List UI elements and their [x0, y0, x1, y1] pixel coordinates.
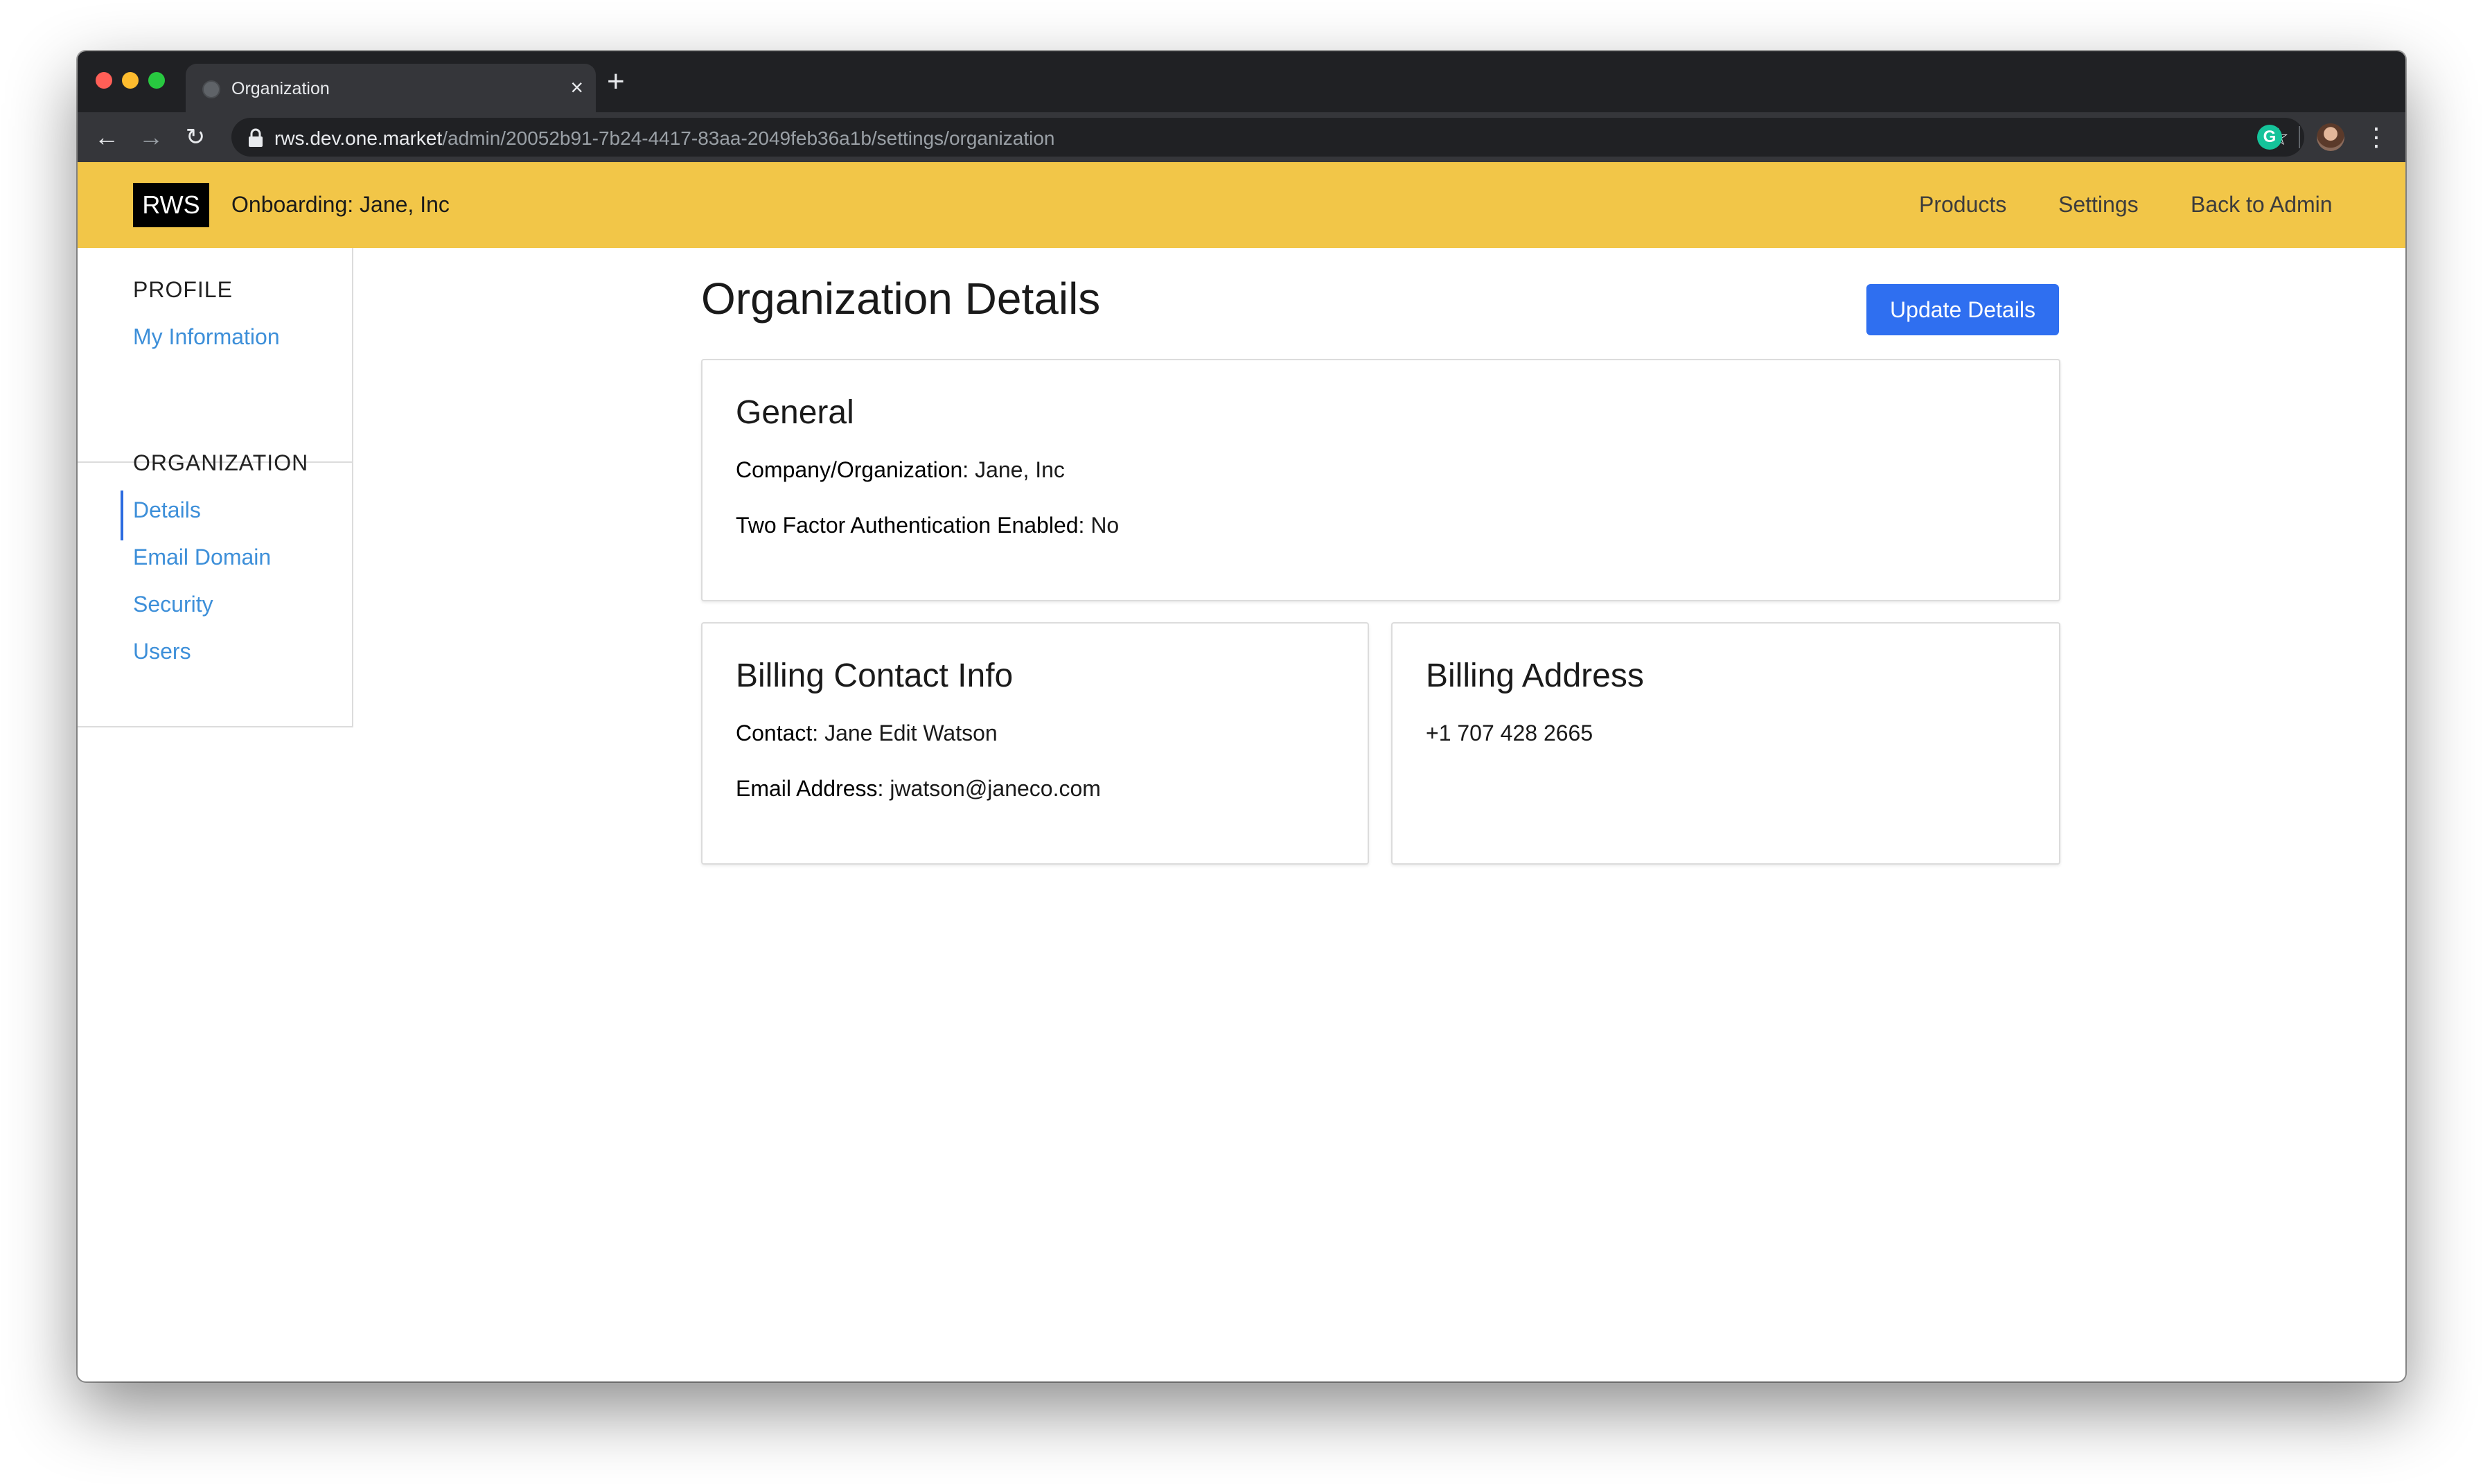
close-window-button[interactable]: [96, 72, 112, 89]
tab-title: Organization: [231, 79, 330, 98]
contact-value: Jane Edit Watson: [818, 721, 998, 745]
update-details-button[interactable]: Update Details: [1866, 284, 2059, 335]
address-bar[interactable]: rws.dev.one.market/admin/20052b91-7b24-4…: [231, 118, 2304, 157]
globe-icon: [202, 80, 220, 98]
twofa-value: No: [1084, 513, 1120, 538]
new-tab-button[interactable]: +: [607, 67, 625, 97]
active-item-indicator: [121, 491, 123, 540]
sidebar-item-security[interactable]: Security: [133, 592, 213, 617]
reload-icon[interactable]: ↻: [180, 122, 211, 152]
settings-sidebar: PROFILE My Information ORGANIZATION Deta…: [78, 248, 353, 727]
app-header: RWS Onboarding: Jane, Inc Products Setti…: [78, 162, 2405, 248]
url-host: rws.dev.one.market: [274, 127, 443, 149]
back-arrow-icon[interactable]: ←: [91, 122, 122, 152]
url-path: /admin/20052b91-7b24-4417-83aa-2049feb36…: [442, 127, 1055, 149]
twofa-label: Two Factor Authentication Enabled:: [736, 513, 1085, 538]
company-value: Jane, Inc: [969, 457, 1065, 482]
billing-contact-card: Billing Contact Info Contact: Jane Edit …: [701, 622, 1369, 865]
browser-tab[interactable]: Organization ×: [186, 64, 596, 112]
general-card: General Company/Organization: Jane, Inc …: [701, 359, 2060, 601]
sidebar-item-users[interactable]: Users: [133, 639, 191, 664]
onboarding-label: Onboarding: Jane, Inc: [231, 192, 450, 217]
browser-window: Organization × + ← → ↻ rws.dev.one.marke…: [78, 51, 2405, 1381]
company-label: Company/Organization:: [736, 457, 969, 482]
minimize-window-button[interactable]: [122, 72, 139, 89]
phone-value: +1 707 428 2665: [1426, 721, 1593, 745]
grammarly-extension-icon[interactable]: G: [2257, 125, 2282, 150]
sidebar-item-details[interactable]: Details: [133, 497, 201, 523]
profile-avatar-icon[interactable]: [2317, 123, 2344, 151]
kebab-menu-icon[interactable]: ⋮: [2364, 122, 2389, 152]
email-row: Email Address: jwatson@janeco.com: [736, 776, 1101, 802]
nav-settings-link[interactable]: Settings: [2058, 192, 2139, 218]
forward-arrow-icon[interactable]: →: [136, 122, 166, 152]
tab-close-icon[interactable]: ×: [570, 75, 583, 100]
general-card-title: General: [736, 394, 854, 431]
page-title: Organization Details: [701, 274, 1101, 324]
rws-logo[interactable]: RWS: [133, 183, 209, 227]
profile-heading: PROFILE: [133, 277, 233, 302]
billing-contact-title: Billing Contact Info: [736, 657, 1014, 694]
toolbar-divider: [2299, 126, 2300, 148]
nav-products-link[interactable]: Products: [1919, 192, 2006, 218]
billing-address-card: Billing Address +1 707 428 2665: [1391, 622, 2060, 865]
email-label: Email Address:: [736, 776, 884, 801]
lock-icon: [249, 128, 263, 147]
tab-strip: Organization × +: [78, 51, 2405, 112]
browser-toolbar: ← → ↻ rws.dev.one.market/admin/20052b91-…: [78, 112, 2405, 162]
contact-label: Contact:: [736, 721, 819, 745]
contact-row: Contact: Jane Edit Watson: [736, 721, 998, 746]
sidebar-item-email-domain[interactable]: Email Domain: [133, 545, 271, 570]
organization-heading: ORGANIZATION: [133, 450, 309, 475]
sidebar-item-my-information[interactable]: My Information: [133, 324, 280, 350]
billing-address-title: Billing Address: [1426, 657, 1644, 694]
company-row: Company/Organization: Jane, Inc: [736, 457, 1065, 483]
twofa-row: Two Factor Authentication Enabled: No: [736, 513, 1119, 538]
maximize-window-button[interactable]: [148, 72, 165, 89]
email-value: jwatson@janeco.com: [883, 776, 1101, 801]
url-text: rws.dev.one.market/admin/20052b91-7b24-4…: [274, 127, 1055, 150]
nav-back-to-admin-link[interactable]: Back to Admin: [2191, 192, 2333, 218]
